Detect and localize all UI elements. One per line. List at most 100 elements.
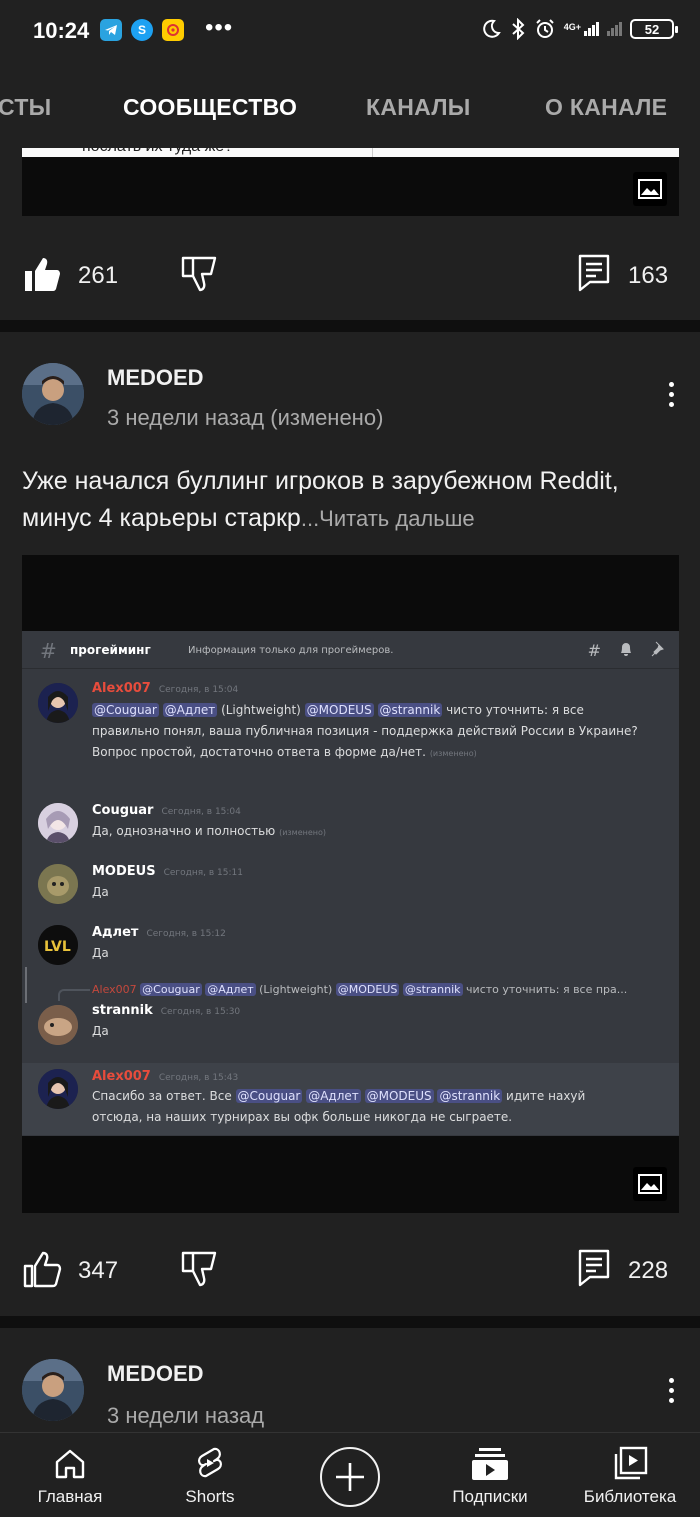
alarm-icon	[536, 19, 554, 38]
telegram-icon	[100, 19, 122, 41]
post-text: Уже начался буллинг игроков в зарубежном…	[22, 463, 682, 537]
discord-avatar	[38, 683, 78, 723]
tab-channels[interactable]: КАНАЛЫ	[366, 94, 471, 121]
signal-icon: 4G+	[564, 22, 599, 36]
discord-avatar: LVL	[38, 925, 78, 965]
discord-message-text: Да, однозначно и полностью (изменено)	[92, 824, 327, 838]
tab-about[interactable]: О КАНАЛЕ	[545, 94, 667, 121]
channel-name[interactable]: MEDOED	[107, 365, 204, 391]
bluetooth-icon	[512, 18, 525, 40]
status-time: 10:24	[33, 18, 90, 43]
nav-shorts-label: Shorts	[185, 1487, 235, 1506]
home-icon	[53, 1445, 87, 1483]
mention: @MODEUS	[304, 703, 374, 717]
discord-time: Сегодня, в 15:11	[163, 868, 243, 878]
discord-message-text: Спасибо за ответ. Все @Couguar @Адлет @M…	[92, 1089, 586, 1124]
channel-avatar[interactable]	[22, 1359, 84, 1421]
comment-count: 163	[628, 262, 669, 289]
discord-message: Alex007 Сегодня, в 15:43 Спасибо за ответ…	[22, 1063, 679, 1135]
discord-author: strannik	[92, 1003, 153, 1018]
bell-icon	[619, 641, 633, 661]
image-gallery-icon[interactable]	[633, 172, 667, 206]
discord-author: Alex007	[92, 1069, 151, 1084]
nav-library[interactable]: Библиотека	[560, 1433, 700, 1517]
channel-avatar[interactable]	[22, 363, 84, 425]
status-indicators: 4G+ 52	[480, 18, 678, 40]
nav-shorts[interactable]: Shorts	[140, 1433, 280, 1517]
tab-community[interactable]: СООБЩЕСТВО	[123, 94, 297, 121]
like-count: 261	[78, 262, 119, 289]
status-app-icons: S	[100, 19, 184, 41]
discord-time: Сегодня, в 15:43	[158, 1073, 239, 1083]
discord-avatar	[38, 1005, 78, 1045]
post-time: 3 недели назад (изменено)	[107, 405, 384, 430]
post-divider	[0, 320, 700, 332]
signal-2-icon	[607, 22, 622, 36]
pin-icon	[651, 641, 665, 661]
image-gallery-icon[interactable]	[633, 1167, 667, 1201]
shorts-icon	[195, 1445, 225, 1483]
discord-author: Адлет	[92, 925, 139, 940]
like-icon[interactable]	[22, 1249, 62, 1289]
nav-home[interactable]: Главная	[0, 1433, 140, 1517]
svg-text:LVL: LVL	[44, 939, 71, 955]
mention: @Couguar	[92, 703, 159, 717]
like-count: 347	[78, 1257, 119, 1284]
discord-author: Alex007	[92, 681, 151, 696]
discord-time: Сегодня, в 15:30	[160, 1007, 241, 1017]
discord-avatar	[38, 864, 78, 904]
bottom-navigation: Главная Shorts Подписки Библиотека	[0, 1432, 700, 1517]
discord-time: Сегодня, в 15:04	[161, 807, 241, 817]
discord-author: MODEUS	[92, 864, 156, 879]
channel-tabs: СТЫ СООБЩЕСТВО КАНАЛЫ О КАНАЛЕ	[0, 64, 700, 148]
discord-channel-name: прогейминг	[70, 643, 151, 657]
discord-message-text: @Couguar @Адлет (Lightweight) @MODEUS @s…	[92, 703, 638, 759]
music-app-icon	[162, 19, 184, 41]
dislike-icon[interactable]	[180, 1249, 220, 1289]
image-snippet-text: послать их туда же?	[82, 148, 233, 156]
nav-library-label: Библиотека	[583, 1487, 677, 1506]
comment-icon[interactable]	[578, 254, 610, 292]
post-divider	[0, 1316, 700, 1328]
discord-channel-topic: Информация только для прогеймеров.	[188, 645, 394, 656]
discord-message-text: Да	[92, 1024, 109, 1038]
subscriptions-icon	[471, 1445, 509, 1483]
discord-header: # прогейминг Информация только для проге…	[22, 631, 679, 669]
mention: @strannik	[377, 703, 443, 717]
post-image[interactable]: # прогейминг Информация только для проге…	[22, 555, 679, 1213]
comment-icon[interactable]	[578, 1249, 610, 1287]
post-menu-icon[interactable]	[664, 382, 678, 407]
channel-name[interactable]: MEDOED	[107, 1361, 204, 1387]
discord-time: Сегодня, в 15:04	[158, 685, 239, 695]
comment-count: 228	[628, 1257, 669, 1284]
discord-screenshot: # прогейминг Информация только для проге…	[22, 631, 679, 1136]
post-card-previous: послать их туда же? 261 163	[0, 148, 700, 320]
tab-posts[interactable]: СТЫ	[0, 94, 52, 121]
network-type-label: 4G+	[563, 22, 581, 32]
post-menu-icon[interactable]	[664, 1378, 678, 1403]
like-filled-icon[interactable]	[22, 254, 62, 294]
post-time: 3 недели назад	[107, 1403, 265, 1428]
mention: @Адлет	[162, 703, 218, 717]
post-image-previous[interactable]: послать их туда же?	[22, 148, 679, 216]
skype-icon: S	[131, 19, 153, 41]
discord-avatar	[38, 803, 78, 843]
read-more-link[interactable]: ...Читать дальше	[301, 506, 475, 531]
discord-reply-preview: Alex007 @Couguar @Адлет (Lightweight) @M…	[92, 983, 628, 996]
discord-hash-icon: #	[40, 639, 57, 663]
discord-time: Сегодня, в 15:12	[146, 929, 226, 939]
discord-author: Couguar	[92, 803, 154, 818]
nav-subscriptions-label: Подписки	[452, 1487, 528, 1506]
nav-subscriptions[interactable]: Подписки	[420, 1433, 560, 1517]
status-more-dots: •••	[205, 14, 234, 41]
battery-indicator: 52	[630, 19, 678, 39]
discord-message-text: Да	[92, 946, 109, 960]
create-icon[interactable]	[320, 1447, 380, 1507]
status-bar: 10:24 S ••• 4G+ 52	[0, 0, 700, 64]
nav-home-label: Главная	[37, 1487, 103, 1506]
dislike-icon[interactable]	[180, 254, 220, 294]
discord-avatar	[38, 1069, 78, 1109]
post-actions-previous: 261 163	[0, 250, 700, 300]
post-card-next: MEDOED 3 недели назад	[0, 1328, 700, 1432]
post-actions: 347 228	[0, 1245, 700, 1295]
